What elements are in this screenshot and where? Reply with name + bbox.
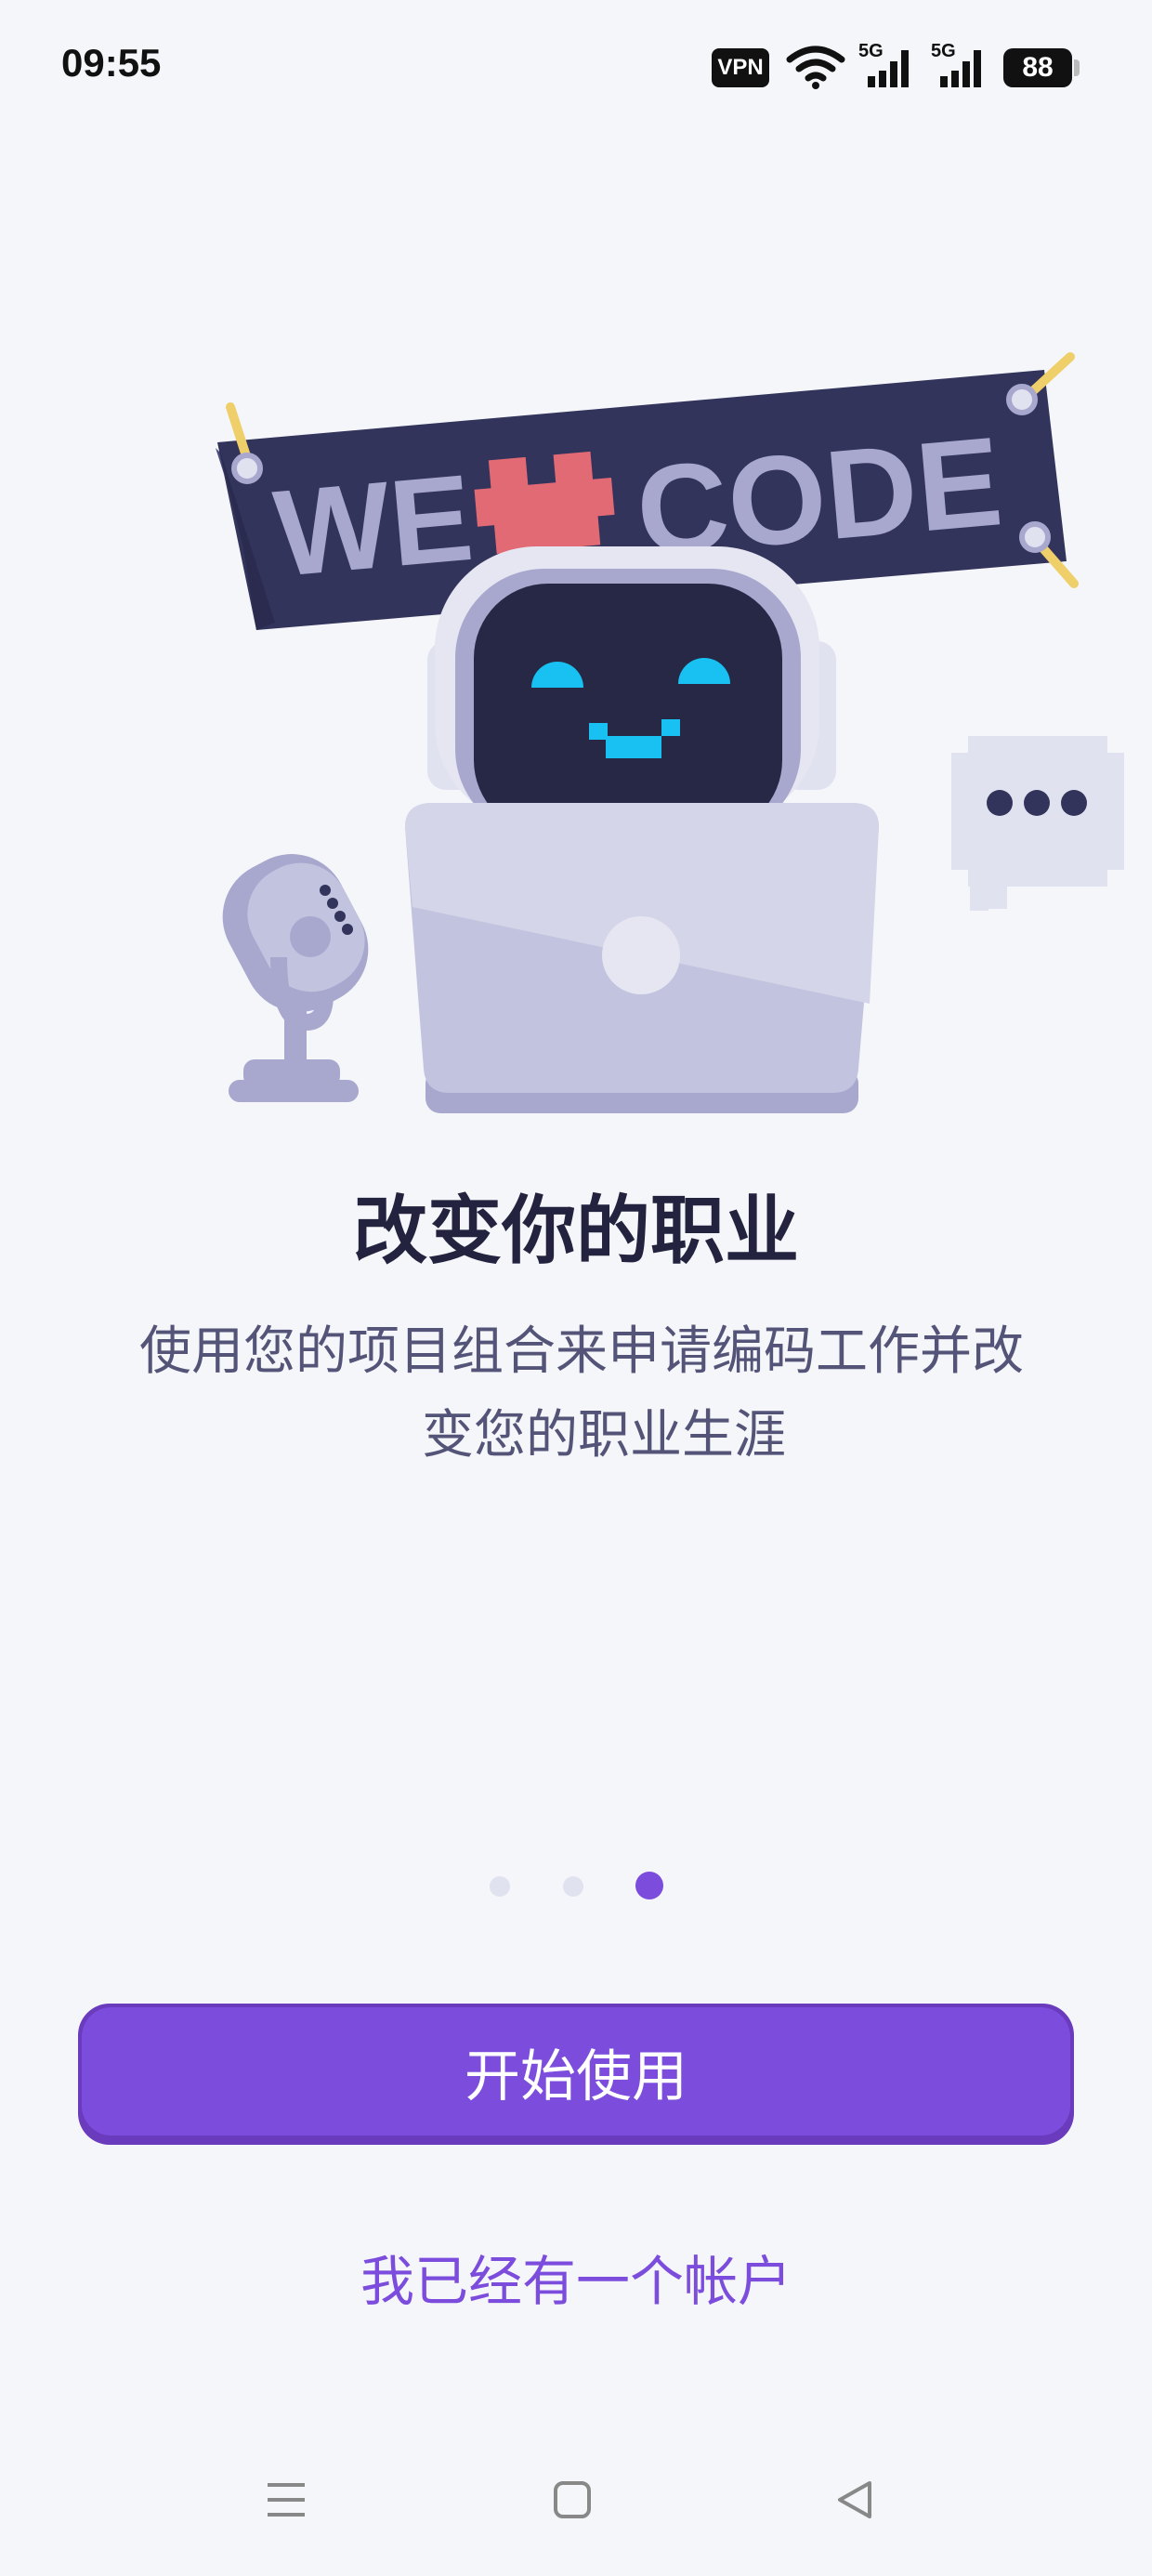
subtitle-line-2: 变您的职业生涯 bbox=[422, 1405, 786, 1465]
system-nav-bar bbox=[0, 2453, 1152, 2556]
signal-bars-icon bbox=[940, 50, 981, 87]
menu-icon bbox=[268, 2483, 305, 2517]
home-square-icon bbox=[554, 2481, 591, 2518]
battery-indicator: 88 bbox=[1003, 48, 1072, 87]
onboarding-screen: 09:55 VPN 5G 5G 88 WE CODE 改变你的职业 使用您的项目… bbox=[0, 0, 1152, 2576]
back-triangle-icon bbox=[838, 2481, 871, 2518]
robot-head bbox=[427, 546, 836, 838]
signal-2-group: 5G bbox=[929, 41, 990, 89]
subtitle-line-1: 使用您的项目组合来申请编码工作并改 bbox=[139, 1321, 1024, 1382]
robot-laptop-illustration: WE CODE bbox=[216, 352, 1124, 1113]
banner-text-we: WE bbox=[269, 449, 478, 602]
home-button[interactable] bbox=[535, 2453, 609, 2546]
signal-1-group: 5G bbox=[857, 41, 918, 89]
status-time: 09:55 bbox=[61, 41, 162, 85]
status-bar: 09:55 VPN 5G 5G 88 bbox=[0, 0, 1152, 130]
page-indicator-dot-2[interactable] bbox=[563, 1876, 583, 1897]
chat-bubble-icon bbox=[951, 736, 1124, 911]
onboarding-title: 改变你的职业 bbox=[353, 1188, 799, 1274]
back-button[interactable] bbox=[818, 2453, 892, 2546]
battery-tip bbox=[1074, 59, 1080, 76]
get-started-button[interactable]: 开始使用 bbox=[78, 2004, 1074, 2145]
existing-account-link[interactable]: 我已经有一个帐户 bbox=[0, 2238, 1152, 2316]
vpn-badge: VPN bbox=[712, 48, 769, 87]
onboarding-subtitle: 使用您的项目组合来申请编码工作并改 变您的职业生涯 bbox=[139, 1310, 1143, 1478]
page-indicator-dot-3-active[interactable] bbox=[635, 1872, 663, 1899]
menu-button[interactable] bbox=[249, 2453, 323, 2546]
get-started-label: 开始使用 bbox=[82, 2007, 1070, 2136]
signal-bars-icon bbox=[868, 50, 909, 87]
microphone-icon bbox=[222, 854, 369, 1102]
page-indicator-dot-1[interactable] bbox=[490, 1876, 510, 1897]
laptop bbox=[405, 803, 879, 1113]
wifi-icon bbox=[786, 46, 845, 89]
